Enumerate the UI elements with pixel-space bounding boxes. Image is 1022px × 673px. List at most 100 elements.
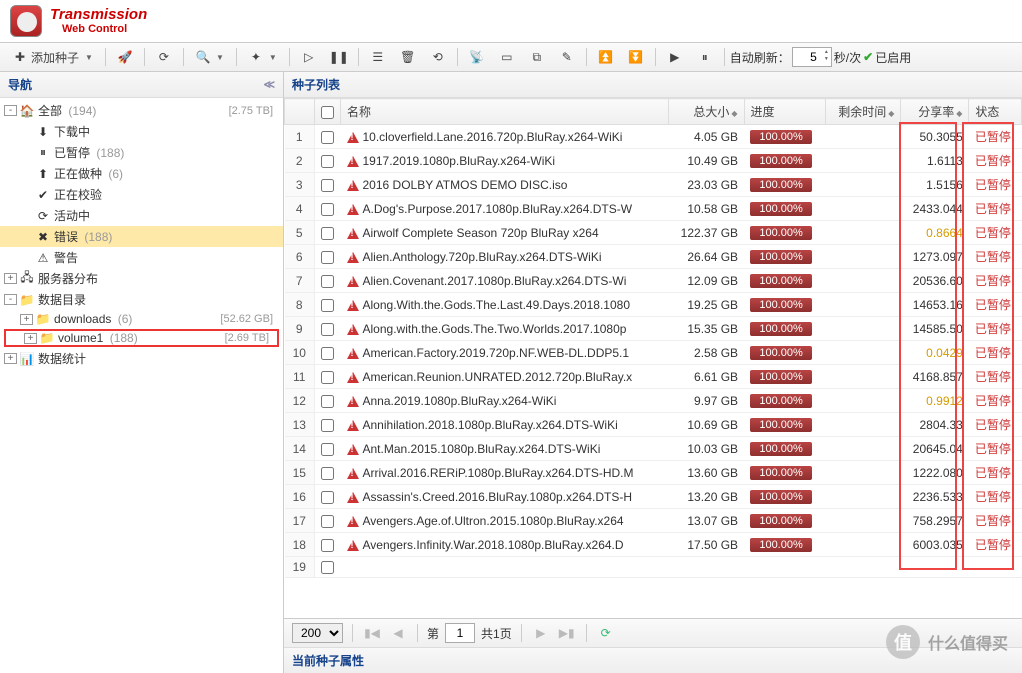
expand-icon[interactable]	[20, 252, 33, 263]
sidebar-item-0[interactable]: -🏠全部 (194)[2.75 TB]	[0, 100, 283, 121]
table-row[interactable]: 10American.Factory.2019.720p.NF.WEB-DL.D…	[285, 341, 1022, 365]
col-progress[interactable]: 进度	[744, 99, 825, 125]
row-checkbox[interactable]	[321, 443, 334, 456]
sidebar-item-7[interactable]: ⚠警告	[0, 247, 283, 268]
row-checkbox[interactable]	[321, 561, 334, 574]
expand-icon[interactable]: +	[24, 333, 37, 344]
sidebar-item-5[interactable]: ⟳活动中	[0, 205, 283, 226]
expand-icon[interactable]	[20, 126, 33, 137]
col-checkbox[interactable]	[315, 99, 341, 125]
row-checkbox[interactable]	[321, 227, 334, 240]
sidebar-item-1[interactable]: ⬇下载中	[0, 121, 283, 142]
sidebar-item-12[interactable]: +📊数据统计	[0, 348, 283, 369]
table-row[interactable]: 17Avengers.Age.of.Ultron.2015.1080p.BluR…	[285, 509, 1022, 533]
table-row[interactable]: 32016 DOLBY ATMOS DEMO DISC.iso23.03 GB1…	[285, 173, 1022, 197]
row-checkbox[interactable]	[321, 131, 334, 144]
expand-icon[interactable]	[20, 189, 33, 200]
page-size-select[interactable]: 200	[292, 623, 343, 643]
table-row[interactable]: 110.cloverfield.Lane.2016.720p.BluRay.x2…	[285, 125, 1022, 149]
delete-button[interactable]: 🗑	[394, 46, 422, 68]
expand-icon[interactable]: -	[4, 294, 17, 305]
expand-icon[interactable]: +	[20, 314, 33, 325]
row-checkbox[interactable]	[321, 203, 334, 216]
row-checkbox[interactable]	[321, 371, 334, 384]
row-checkbox[interactable]	[321, 155, 334, 168]
row-checkbox[interactable]	[321, 395, 334, 408]
col-size[interactable]: 总大小◆	[668, 99, 744, 125]
sidebar-item-4[interactable]: ✔正在校验	[0, 184, 283, 205]
prev-page-button[interactable]: ◀	[388, 623, 408, 643]
col-status[interactable]: 状态	[969, 99, 1022, 125]
table-row[interactable]: 5Airwolf Complete Season 720p BluRay x26…	[285, 221, 1022, 245]
row-checkbox[interactable]	[321, 467, 334, 480]
table-row[interactable]: 15Arrival.2016.RERiP.1080p.BluRay.x264.D…	[285, 461, 1022, 485]
reload-button[interactable]: ⟳	[150, 46, 178, 68]
col-index[interactable]	[285, 99, 315, 125]
row-checkbox[interactable]	[321, 515, 334, 528]
row-checkbox[interactable]	[321, 347, 334, 360]
table-row[interactable]: 21917.2019.1080p.BluRay.x264-WiKi10.49 G…	[285, 149, 1022, 173]
table-row[interactable]: 9Along.with.the.Gods.The.Two.Worlds.2017…	[285, 317, 1022, 341]
expand-icon[interactable]	[20, 168, 33, 179]
col-name[interactable]: 名称	[341, 99, 669, 125]
table-row[interactable]: 19	[285, 557, 1022, 578]
table-row[interactable]: 11American.Reunion.UNRATED.2012.720p.Blu…	[285, 365, 1022, 389]
pause-button[interactable]: ❚❚	[325, 46, 353, 68]
add-torrent-button[interactable]: ✚ 添加种子 ▼	[6, 45, 100, 70]
row-checkbox[interactable]	[321, 299, 334, 312]
start-button[interactable]: 🚀	[111, 46, 139, 68]
verify-button[interactable]: ☰	[364, 46, 392, 68]
expand-icon[interactable]	[20, 210, 33, 221]
sidebar-item-3[interactable]: ⬆正在做种 (6)	[0, 163, 283, 184]
table-row[interactable]: 7Alien.Covenant.2017.1080p.BluRay.x264.D…	[285, 269, 1022, 293]
sidebar-item-11[interactable]: +📁volume1 (188)[2.69 TB]	[0, 328, 283, 348]
sidebar-item-8[interactable]: +🖧服务器分布	[0, 268, 283, 289]
announce-button[interactable]: 📡	[463, 46, 491, 68]
recheck-button[interactable]: ⟲	[424, 46, 452, 68]
row-checkbox[interactable]	[321, 419, 334, 432]
expand-icon[interactable]	[20, 147, 33, 158]
row-checkbox[interactable]	[321, 539, 334, 552]
play-all-button[interactable]: ▶	[661, 46, 689, 68]
col-remaining[interactable]: 剩余时间◆	[825, 99, 901, 125]
expand-icon[interactable]	[20, 231, 33, 242]
table-row[interactable]: 16Assassin's.Creed.2016.BluRay.1080p.x26…	[285, 485, 1022, 509]
col-ratio[interactable]: 分享率◆	[901, 99, 969, 125]
sidebar-item-10[interactable]: +📁downloads (6)[52.62 GB]	[0, 310, 283, 328]
row-checkbox[interactable]	[321, 491, 334, 504]
collapse-icon[interactable]: ≪	[263, 78, 275, 91]
sidebar-item-9[interactable]: -📁数据目录	[0, 289, 283, 310]
row-checkbox[interactable]	[321, 323, 334, 336]
row-checkbox[interactable]	[321, 275, 334, 288]
plugins-button[interactable]: ✦▼	[242, 46, 284, 68]
rename-button[interactable]: ✎	[553, 46, 581, 68]
pause-all-button[interactable]: ⏸	[691, 46, 719, 68]
location-button[interactable]: ▭	[493, 46, 521, 68]
table-row[interactable]: 8Along.With.the.Gods.The.Last.49.Days.20…	[285, 293, 1022, 317]
sidebar-item-6[interactable]: ✖错误 (188)	[0, 226, 283, 247]
table-row[interactable]: 13Annihilation.2018.1080p.BluRay.x264.DT…	[285, 413, 1022, 437]
first-page-button[interactable]: ▮◀	[362, 623, 382, 643]
expand-icon[interactable]: +	[4, 273, 17, 284]
table-row[interactable]: 18Avengers.Infinity.War.2018.1080p.BluRa…	[285, 533, 1022, 557]
table-row[interactable]: 12Anna.2019.1080p.BluRay.x264-WiKi9.97 G…	[285, 389, 1022, 413]
search-button[interactable]: 🔍▼	[189, 46, 231, 68]
page-number-input[interactable]	[445, 623, 475, 643]
copy-button[interactable]: ⧉	[523, 46, 551, 68]
select-all-checkbox[interactable]	[321, 106, 334, 119]
expand-icon[interactable]: -	[4, 105, 17, 116]
sidebar-item-2[interactable]: ⏸已暂停 (188)	[0, 142, 283, 163]
row-checkbox[interactable]	[321, 179, 334, 192]
next-page-button[interactable]: ▶	[531, 623, 551, 643]
refresh-interval-input[interactable]	[792, 47, 832, 67]
play-button[interactable]: ▷	[295, 46, 323, 68]
speed-up-button[interactable]: ⏫	[592, 46, 620, 68]
row-checkbox[interactable]	[321, 251, 334, 264]
table-row[interactable]: 4A.Dog's.Purpose.2017.1080p.BluRay.x264.…	[285, 197, 1022, 221]
table-row[interactable]: 14Ant.Man.2015.1080p.BluRay.x264.DTS-WiK…	[285, 437, 1022, 461]
expand-icon[interactable]: +	[4, 353, 17, 364]
table-row[interactable]: 6Alien.Anthology.720p.BluRay.x264.DTS-Wi…	[285, 245, 1022, 269]
last-page-button[interactable]: ▶▮	[557, 623, 577, 643]
speed-down-button[interactable]: ⏬	[622, 46, 650, 68]
reload-page-button[interactable]: ⟳	[596, 623, 616, 643]
